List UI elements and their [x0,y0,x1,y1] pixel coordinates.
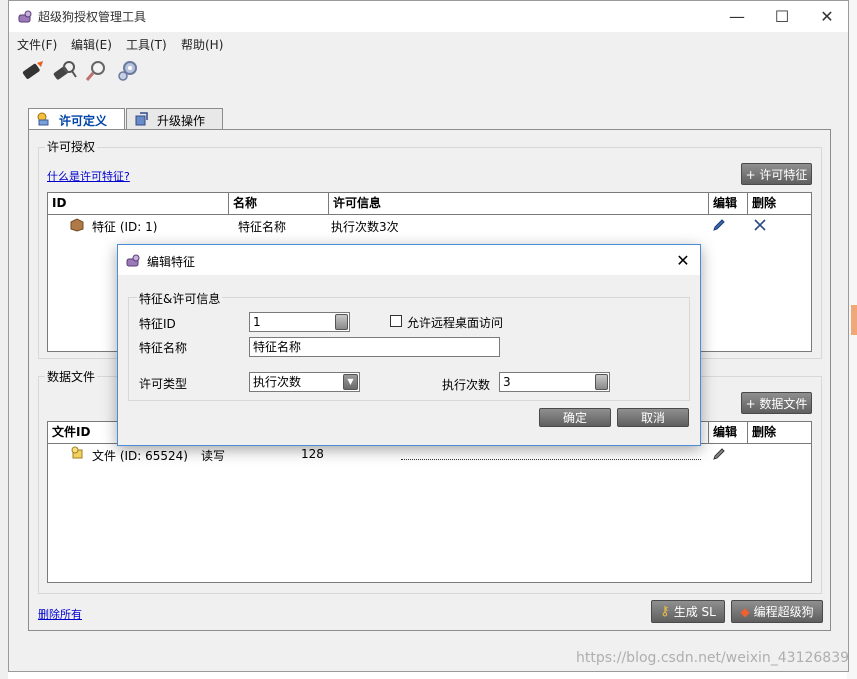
file-icon [71,446,83,459]
generate-sl-label: 生成 SL [673,605,716,619]
program-dog-button[interactable]: ◆ 编程超级狗 [731,600,823,623]
background-accent [851,305,857,335]
exec-count-label: 执行次数 [442,378,491,392]
ok-button[interactable]: 确定 [539,408,611,427]
tab-license-definition[interactable]: 许可定义 [28,108,125,130]
exec-count-value: 3 [503,375,511,389]
menu-bar: 文件(F) 编辑(E) 工具(T) 帮助(H) [9,32,848,54]
col-name[interactable]: 名称 [229,193,329,215]
generate-sl-button[interactable]: ⚷ 生成 SL [651,600,725,623]
license-type-select[interactable]: 执行次数 ▼ [249,372,360,392]
tab-label: 升级操作 [157,114,206,128]
file-size-cell: 128 [301,447,324,461]
data-dotted-line [401,459,701,460]
file-id-cell: 文件 (ID: 65524) [92,449,188,463]
col-edit[interactable]: 编辑 [709,193,748,215]
what-is-feature-link[interactable]: 什么是许可特征? [47,168,130,184]
feature-name-value: 特征名称 [253,340,302,354]
key-icon: ⚷ [660,604,670,619]
license-icon [37,112,49,126]
col-id[interactable]: ID [48,193,229,215]
dialog-close-button[interactable]: ✕ [672,249,694,271]
search-key-icon[interactable] [51,57,79,85]
table-row[interactable]: 文件 (ID: 65524) 读写 128 [48,444,811,464]
minimize-button[interactable]: — [714,1,760,32]
app-dog-icon [18,10,32,23]
window-title: 超级狗授权管理工具 [38,10,147,24]
chevron-down-icon[interactable]: ▼ [343,374,358,390]
menu-tools[interactable]: 工具(T) [126,36,167,53]
table-row[interactable]: 特征 (ID: 1) 特征名称 执行次数3次 [48,215,811,235]
add-feature-button[interactable]: + 许可特征 [741,163,812,185]
tab-label: 许可定义 [59,114,108,128]
add-data-file-button[interactable]: + 数据文件 [741,392,812,414]
delete-all-link[interactable]: 删除所有 [38,606,82,622]
file-access-cell: 读写 [201,449,226,463]
close-button[interactable]: ✕ [804,1,850,32]
feature-info-cell: 执行次数3次 [331,220,399,234]
background-left-strip [0,0,8,679]
menu-edit[interactable]: 编辑(E) [71,36,112,53]
program-dog-label: 编程超级狗 [753,605,814,619]
col-delete[interactable]: 删除 [748,193,811,215]
feature-license-group-title: 特征&许可信息 [137,290,223,307]
program-icon: ◆ [740,604,750,619]
find-icon[interactable] [83,57,111,85]
data-group-title: 数据文件 [45,368,98,385]
settings-gear-icon[interactable] [115,57,143,85]
col-delete[interactable]: 删除 [748,422,811,444]
feature-name-label: 特征名称 [139,341,188,355]
license-type-value: 执行次数 [253,375,302,389]
tab-upgrade-operation[interactable]: 升级操作 [126,108,223,129]
edit-feature-dialog: 编辑特征 ✕ 特征&许可信息 特征ID 1 允许远程桌面访问 特征名称 特征名称… [117,244,701,446]
feature-name-input[interactable]: 特征名称 [249,337,500,357]
burn-icon[interactable] [19,57,47,85]
exec-count-spinner[interactable] [595,374,608,390]
watermark: https://blog.csdn.net/weixin_43126839 [576,650,850,666]
title-bar[interactable]: 超级狗授权管理工具 — ☐ ✕ [9,1,848,32]
dialog-title-bar[interactable]: 编辑特征 ✕ [118,245,700,275]
feature-id-cell: 特征 (ID: 1) [92,220,158,234]
feature-id-spinner[interactable] [335,314,348,330]
col-edit[interactable]: 编辑 [709,422,748,444]
toolbar [9,55,848,91]
upgrade-icon [135,112,148,126]
dialog-dog-icon [126,254,140,267]
feature-id-value: 1 [253,315,261,329]
exec-count-input[interactable]: 3 [499,372,610,392]
dialog-title: 编辑特征 [147,255,196,269]
menu-file[interactable]: 文件(F) [17,36,57,53]
menu-help[interactable]: 帮助(H) [181,36,223,53]
edit-pencil-icon[interactable] [712,447,726,461]
feature-id-label: 特征ID [139,317,176,331]
col-license-info[interactable]: 许可信息 [329,193,709,215]
remote-desktop-checkbox[interactable] [390,315,402,327]
license-type-label: 许可类型 [139,377,188,391]
cancel-button[interactable]: 取消 [617,408,689,427]
feature-id-input[interactable]: 1 [249,312,350,332]
delete-x-icon[interactable] [753,218,767,232]
maximize-button[interactable]: ☐ [759,1,805,32]
license-group-title: 许可授权 [45,138,98,155]
remote-desktop-label: 允许远程桌面访问 [407,316,504,330]
edit-pencil-icon[interactable] [712,218,726,232]
feature-box-icon [70,218,84,232]
feature-name-cell: 特征名称 [238,220,287,234]
feature-table-header: ID 名称 许可信息 编辑 删除 [48,193,811,215]
